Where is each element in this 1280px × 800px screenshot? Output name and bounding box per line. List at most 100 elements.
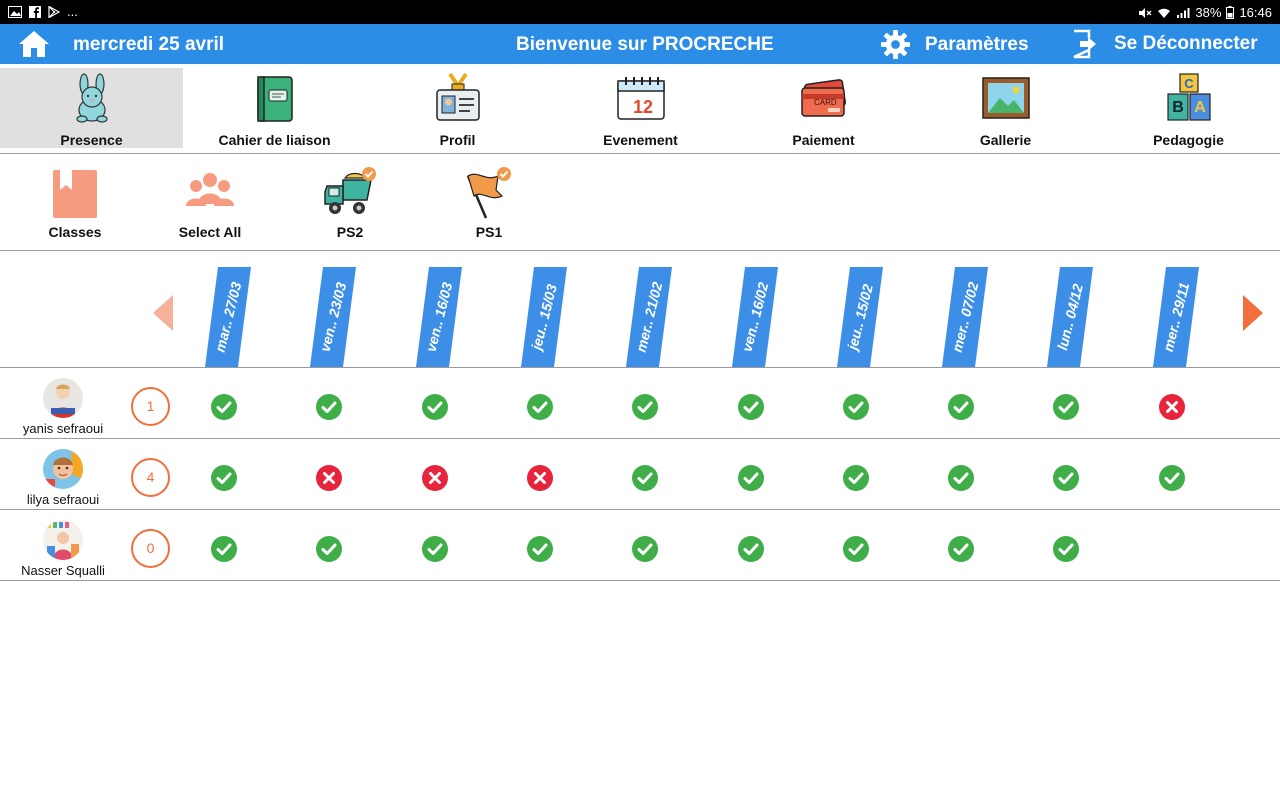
present-check-icon[interactable] bbox=[632, 465, 658, 491]
date-column-header[interactable]: ven.. 16/03 bbox=[416, 267, 462, 367]
absent-cross-icon[interactable] bbox=[316, 465, 342, 491]
child-name: yanis sefraoui bbox=[22, 421, 104, 436]
absence-count-badge: 1 bbox=[131, 387, 170, 426]
settings-label: Paramètres bbox=[925, 33, 1029, 55]
previous-dates-arrow-icon[interactable] bbox=[152, 294, 174, 332]
present-check-icon[interactable] bbox=[1053, 536, 1079, 562]
nav-label: Paiement bbox=[792, 132, 855, 148]
present-check-icon[interactable] bbox=[527, 536, 553, 562]
nav-label: Profil bbox=[439, 132, 476, 148]
wifi-icon bbox=[1158, 8, 1171, 18]
child-row: yanis sefraoui 1 bbox=[0, 368, 1280, 439]
notebook-icon bbox=[256, 76, 293, 122]
battery-icon bbox=[1226, 6, 1235, 19]
clock: 16:46 bbox=[1239, 5, 1272, 20]
present-check-icon[interactable] bbox=[738, 536, 764, 562]
present-check-icon[interactable] bbox=[211, 394, 237, 420]
app-title: Bienvenue sur PROCRECHE bbox=[516, 34, 774, 55]
present-check-icon[interactable] bbox=[843, 536, 869, 562]
id-badge-icon bbox=[435, 72, 480, 121]
absent-cross-icon[interactable] bbox=[1159, 394, 1185, 420]
class-filters: Classes Select All PS2 PS1 bbox=[0, 154, 1280, 251]
settings-button[interactable]: Paramètres bbox=[880, 29, 1029, 60]
filter-ps2[interactable]: PS2 bbox=[290, 162, 410, 244]
present-check-icon[interactable] bbox=[632, 536, 658, 562]
filter-label: Classes bbox=[48, 224, 102, 240]
date-header: mar.. 27/03 ven.. 23/03 ven.. 16/03 jeu.. 1… bbox=[0, 252, 1280, 368]
next-dates-arrow-icon[interactable] bbox=[1242, 294, 1264, 332]
bookmark-icon bbox=[53, 170, 97, 218]
logout-button[interactable]: Se Déconnecter bbox=[1072, 29, 1258, 59]
battery-percent: 38% bbox=[1195, 5, 1222, 20]
home-icon[interactable] bbox=[18, 30, 50, 58]
absence-count-badge: 4 bbox=[131, 458, 170, 497]
nav-gallerie[interactable]: Gallerie bbox=[914, 68, 1097, 148]
present-check-icon[interactable] bbox=[316, 394, 342, 420]
nav-pedagogie[interactable]: C B A Pedagogie bbox=[1097, 68, 1280, 148]
filter-select-all[interactable]: Select All bbox=[150, 162, 270, 244]
filter-classes[interactable]: Classes bbox=[15, 162, 135, 244]
nav-presence[interactable]: Presence bbox=[0, 68, 183, 148]
group-icon bbox=[186, 173, 234, 206]
present-check-icon[interactable] bbox=[527, 394, 553, 420]
block-letter-c: C bbox=[1184, 76, 1194, 91]
nav-cahier-de-liaison[interactable]: Cahier de liaison bbox=[183, 68, 366, 148]
date-column-header[interactable]: lun.. 04/12 bbox=[1047, 267, 1093, 367]
present-check-icon[interactable] bbox=[738, 465, 764, 491]
present-check-icon[interactable] bbox=[211, 536, 237, 562]
date-column-header[interactable]: jeu.. 15/03 bbox=[521, 267, 567, 367]
child-row: Nasser Squalli 0 bbox=[0, 510, 1280, 581]
image-notification-icon bbox=[8, 5, 22, 18]
more-notifications: ... bbox=[67, 4, 78, 19]
block-letter-b: B bbox=[1172, 99, 1184, 116]
present-check-icon[interactable] bbox=[843, 465, 869, 491]
present-check-icon[interactable] bbox=[1159, 465, 1185, 491]
absence-count-badge: 0 bbox=[131, 529, 170, 568]
filter-label: PS1 bbox=[475, 224, 503, 240]
play-store-icon bbox=[48, 5, 60, 18]
child-name: Nasser Squalli bbox=[21, 563, 105, 578]
absent-cross-icon[interactable] bbox=[422, 465, 448, 491]
date-column-header[interactable]: ven.. 23/03 bbox=[310, 267, 356, 367]
present-check-icon[interactable] bbox=[422, 536, 448, 562]
present-check-icon[interactable] bbox=[632, 394, 658, 420]
calendar-day: 12 bbox=[632, 97, 652, 117]
nav-label: Pedagogie bbox=[1153, 132, 1224, 148]
present-check-icon[interactable] bbox=[316, 536, 342, 562]
present-check-icon[interactable] bbox=[738, 394, 764, 420]
date-column-header[interactable]: mer.. 29/11 bbox=[1153, 267, 1199, 367]
nav-paiement[interactable]: CARD Paiement bbox=[732, 68, 915, 148]
present-check-icon[interactable] bbox=[1053, 465, 1079, 491]
gear-icon bbox=[880, 29, 911, 60]
picture-icon bbox=[981, 77, 1030, 119]
status-bar: ... 38% 16:46 bbox=[0, 0, 1280, 24]
avatar[interactable] bbox=[43, 378, 83, 418]
nav-profil[interactable]: Profil bbox=[366, 68, 549, 148]
date-column-header[interactable]: mer.. 21/02 bbox=[626, 267, 672, 367]
present-check-icon[interactable] bbox=[843, 394, 869, 420]
nav-evenement[interactable]: 12 Evenement bbox=[549, 68, 732, 148]
filter-ps1[interactable]: PS1 bbox=[429, 162, 549, 244]
date-column-header[interactable]: mer.. 07/02 bbox=[942, 267, 988, 367]
nav-label: Presence bbox=[60, 132, 123, 148]
date-column-header[interactable]: ven.. 16/02 bbox=[732, 267, 778, 367]
present-check-icon[interactable] bbox=[1053, 394, 1079, 420]
present-check-icon[interactable] bbox=[948, 465, 974, 491]
present-check-icon[interactable] bbox=[422, 394, 448, 420]
date-column-header[interactable]: jeu.. 15/02 bbox=[837, 267, 883, 367]
nav-label: Gallerie bbox=[979, 132, 1032, 148]
nav-label: Evenement bbox=[603, 132, 678, 148]
present-check-icon[interactable] bbox=[948, 536, 974, 562]
avatar[interactable] bbox=[43, 520, 83, 560]
avatar[interactable] bbox=[43, 449, 83, 489]
child-row: lilya sefraoui 4 bbox=[0, 439, 1280, 510]
main-nav: Presence Cahier de liaison Profil 12 Eve… bbox=[0, 64, 1280, 154]
logout-icon bbox=[1073, 29, 1096, 59]
present-check-icon[interactable] bbox=[211, 465, 237, 491]
bunny-icon bbox=[75, 73, 108, 123]
absent-cross-icon[interactable] bbox=[527, 465, 553, 491]
date-column-header[interactable]: mar.. 27/03 bbox=[205, 267, 251, 367]
block-letter-a: A bbox=[1194, 99, 1206, 116]
present-check-icon[interactable] bbox=[948, 394, 974, 420]
mute-icon bbox=[1139, 7, 1152, 18]
